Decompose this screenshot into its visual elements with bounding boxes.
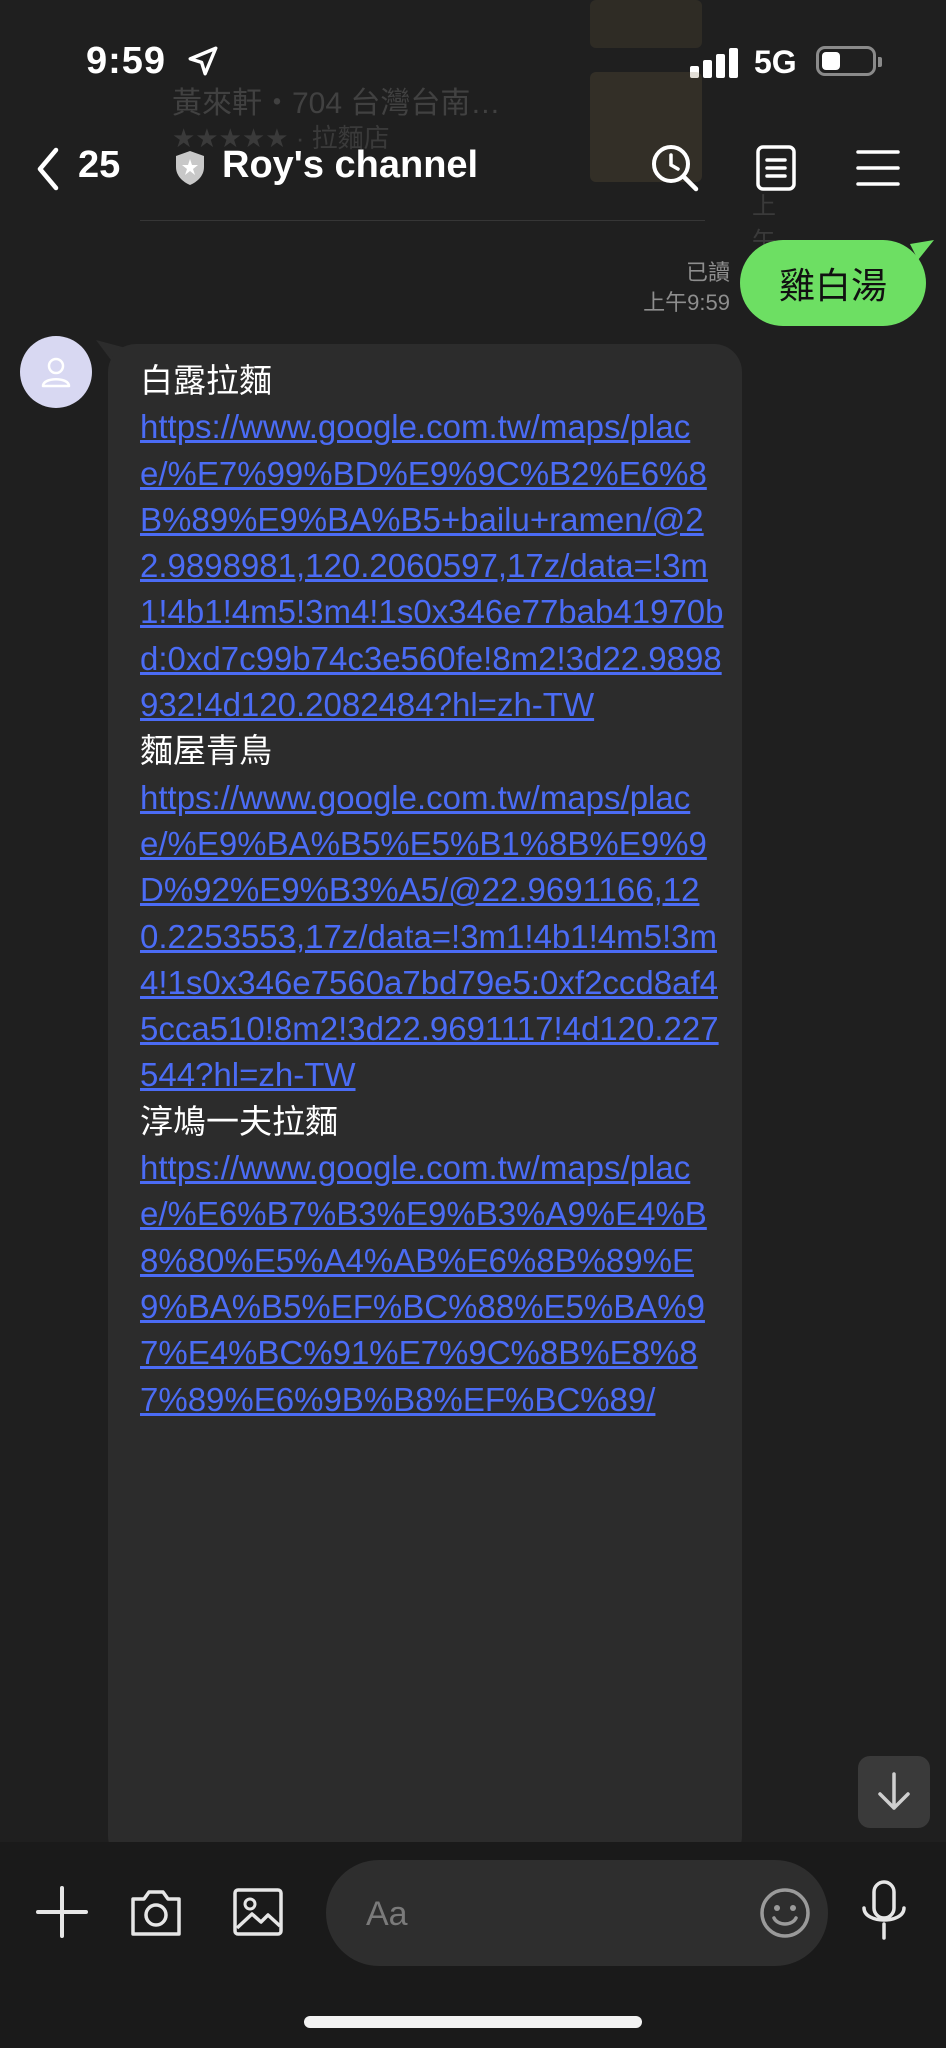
divider [140,220,705,221]
unread-count[interactable]: 25 [78,144,120,187]
message-meta: 已讀 上午9:59 [643,258,730,318]
emoji-icon[interactable] [758,1886,812,1940]
map-link[interactable]: https://www.google.com.tw/maps/place/%E6… [140,1145,724,1423]
image-icon[interactable] [230,1884,286,1940]
back-chevron-icon[interactable] [30,144,70,194]
restaurant-name: 淳鳩一夫拉麵 [140,1102,338,1140]
outgoing-message-text: 雞白湯 [778,265,887,306]
chat-title[interactable]: Roy's channel [222,144,478,187]
message-input[interactable] [326,1860,828,1966]
scroll-to-bottom-button[interactable] [858,1756,930,1828]
network-type: 5G [754,44,797,80]
notes-icon[interactable] [752,142,802,194]
person-icon [41,357,71,388]
home-indicator[interactable] [304,2016,642,2028]
plus-icon[interactable] [34,1884,90,1940]
incoming-message-text: 白露拉麵 https://www.google.com.tw/maps/plac… [140,358,724,1423]
read-receipt: 已讀 [685,260,730,285]
preview-thumbnail [590,0,702,48]
outgoing-message-bubble[interactable]: 雞白湯 [740,240,926,326]
battery-icon [816,46,882,76]
message-timestamp: 上午9:59 [643,290,730,315]
search-icon[interactable] [650,142,700,194]
preview-place: 黃來軒・704 台灣台南… [172,87,501,120]
map-link[interactable]: https://www.google.com.tw/maps/place/%E9… [140,775,724,1099]
message-text-field[interactable] [364,1884,748,1944]
microphone-icon[interactable] [858,1878,910,1944]
restaurant-name: 麵屋青鳥 [140,732,272,770]
map-link[interactable]: https://www.google.com.tw/maps/place/%E7… [140,404,724,728]
chat-header: 25 Roy's channel [0,130,946,210]
shield-icon [176,151,204,185]
restaurant-name: 白露拉麵 [140,362,272,399]
avatar[interactable] [20,336,92,408]
arrow-down-icon [878,1772,910,1810]
menu-icon[interactable] [854,142,904,194]
incoming-message-bubble[interactable]: 白露拉麵 https://www.google.com.tw/maps/plac… [108,344,742,1864]
camera-icon[interactable] [128,1884,184,1940]
